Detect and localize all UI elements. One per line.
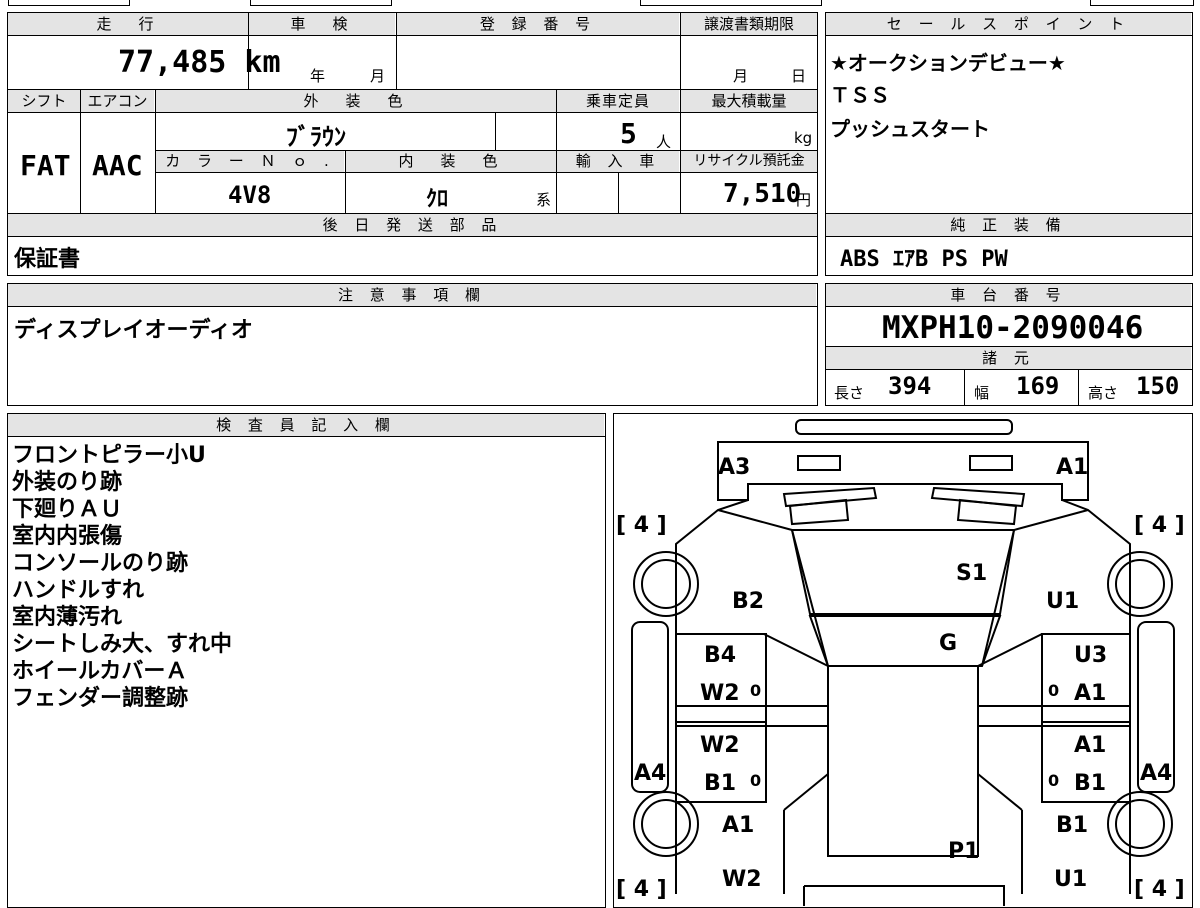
length-label: 長さ (834, 384, 865, 402)
tire-right-top: [ 4 ] (1134, 513, 1185, 538)
mark-a1-rear-left: A1 (722, 813, 754, 838)
car-diagram-box: A3 A1 S1 B2 U1 G B4 U3 W2 A1 W2 A1 A4 A4… (613, 413, 1193, 908)
inspector-note: 下廻りＡＵ (12, 497, 123, 522)
interior-color-value: ｸﾛ (426, 187, 449, 212)
recycle-header: リサイクル預託金 (681, 151, 817, 172)
mark-b2-left: B2 (732, 589, 764, 614)
color-no-value: 4V8 (228, 181, 272, 209)
zero-mark: 0 (1048, 771, 1059, 790)
mark-b1-rr: B1 (1074, 771, 1106, 796)
mark-a1-fr: A1 (1074, 681, 1106, 706)
chassis-header: 車 台 番 号 (826, 284, 1191, 306)
zero-mark: 0 (1048, 681, 1059, 700)
inspector-note: ホイールカバーＡ (12, 659, 188, 684)
width-value: 169 (1016, 372, 1060, 400)
mark-g: G (939, 631, 957, 656)
mark-a1-rr: A1 (1074, 733, 1106, 758)
color-no-header: カ ラ ー Ｎ ｏ . (156, 151, 344, 172)
width-label: 幅 (974, 384, 990, 402)
inspector-note: シートしみ大、すれ中 (12, 632, 233, 657)
inspector-note: フロントピラー小U (12, 443, 206, 468)
mileage-value: 77,485 km (118, 45, 281, 80)
mark-a3: A3 (718, 455, 750, 480)
mileage-header: 走 行 (8, 13, 248, 35)
sales-point-line: プッシュスタート (830, 117, 990, 141)
mark-u1-rear: U1 (1054, 867, 1087, 892)
height-value: 150 (1136, 372, 1180, 400)
shaken-year: 年 (310, 67, 326, 85)
shift-header: シフト (8, 90, 80, 112)
equipment-header: 純 正 装 備 (826, 214, 1191, 236)
mark-w2-rl: W2 (700, 733, 740, 758)
mark-a1-front: A1 (1056, 455, 1088, 480)
mark-w2-rear: W2 (722, 867, 762, 892)
mark-u1-right: U1 (1046, 589, 1079, 614)
deadline-day: 日 (791, 67, 807, 85)
inspector-note: ハンドルすれ (12, 578, 145, 603)
mark-a4-left: A4 (634, 761, 666, 786)
inspector-header: 検 査 員 記 入 欄 (8, 414, 604, 436)
recycle-unit: 円 (796, 191, 812, 209)
registration-header: 登 録 番 号 (397, 13, 679, 35)
aircon-header: エアコン (81, 90, 154, 112)
inspector-note: コンソールのり跡 (12, 551, 189, 576)
aircon-value: AAC (92, 149, 143, 182)
shift-value: FAT (20, 149, 71, 182)
inspector-notes: フロントピラー小U 外装のり跡 下廻りＡＵ 室内内張傷 コンソールのり跡 ハンド… (12, 442, 232, 712)
mark-s1: S1 (956, 561, 987, 586)
interior-color-header: 内 装 色 (346, 151, 556, 172)
interior-color-suffix: 系 (536, 191, 552, 209)
capacity-unit: 人 (656, 133, 672, 151)
shaken-month: 月 (370, 67, 386, 85)
recycle-value: 7,510 (723, 179, 802, 209)
equipment-value: ABS ｴｱB PS PW (840, 247, 1008, 272)
inspector-box: 検 査 員 記 入 欄 フロントピラー小U 外装のり跡 下廻りＡＵ 室内内張傷 … (7, 413, 606, 908)
later-parts-value: 保証書 (14, 247, 81, 272)
sales-point-line: ＴＳＳ (830, 83, 890, 107)
import-header: 輸 入 車 (557, 151, 679, 172)
inspector-note: 室内薄汚れ (12, 605, 123, 630)
mark-w2-fl: W2 (700, 681, 740, 706)
later-parts-header: 後 日 発 送 部 品 (8, 214, 817, 236)
mark-b4: B4 (704, 643, 736, 668)
notes-header: 注 意 事 項 欄 (8, 284, 816, 306)
zero-mark: 0 (750, 771, 761, 790)
chassis-box: 車 台 番 号 MXPH10-2090046 諸 元 長さ 394 幅 169 … (825, 283, 1193, 406)
specs-header: 諸 元 (826, 347, 1191, 369)
chassis-number: MXPH10-2090046 (882, 310, 1144, 346)
height-label: 高さ (1088, 384, 1119, 402)
max-load-unit: kg (794, 129, 813, 147)
exterior-color-value: ﾌﾞﾗｳﾝ (286, 123, 346, 151)
inspector-note: フェンダー調整跡 (12, 686, 189, 711)
mark-b1-rear-right: B1 (1056, 813, 1088, 838)
tire-left-bottom: [ 4 ] (616, 877, 667, 902)
sales-points-box: セ ー ル ス ポ イ ン ト ★オークションデビュー★ ＴＳＳ プッシュスター… (825, 12, 1193, 276)
zero-mark: 0 (750, 681, 761, 700)
vehicle-info-grid: 走 行 車 検 登 録 番 号 譲渡書類期限 77,485 km 年 月 月 日… (7, 12, 818, 276)
mark-u3: U3 (1074, 643, 1107, 668)
exterior-color-header: 外 装 色 (156, 90, 556, 112)
car-diagram: A3 A1 S1 B2 U1 G B4 U3 W2 A1 W2 A1 A4 A4… (616, 419, 1185, 906)
top-strip (0, 0, 1200, 6)
max-load-header: 最大積載量 (681, 90, 817, 112)
tire-right-bottom: [ 4 ] (1134, 877, 1185, 902)
notes-box: 注 意 事 項 欄 ディスプレイオーディオ (7, 283, 818, 406)
capacity-header: 乗車定員 (557, 90, 679, 112)
deadline-month: 月 (733, 67, 749, 85)
notes-value: ディスプレイオーディオ (14, 318, 253, 343)
mark-b1-rl: B1 (704, 771, 736, 796)
inspector-note: 外装のり跡 (12, 470, 123, 495)
capacity-value: 5 (620, 117, 637, 150)
sales-point-line: ★オークションデビュー★ (830, 51, 1066, 75)
length-value: 394 (888, 372, 932, 400)
sales-points-header: セ ー ル ス ポ イ ン ト (826, 13, 1191, 35)
mark-a4-right: A4 (1140, 761, 1172, 786)
mark-p1: P1 (948, 839, 979, 864)
transfer-deadline-header: 譲渡書類期限 (681, 13, 817, 35)
inspector-note: 室内内張傷 (12, 524, 123, 549)
tire-left-top: [ 4 ] (616, 513, 667, 538)
shaken-header: 車 検 (249, 13, 395, 35)
